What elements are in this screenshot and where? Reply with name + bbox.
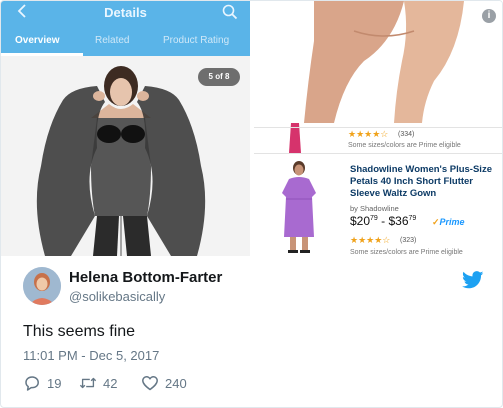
prime-badge: ✓Prime (432, 217, 465, 228)
prime-check-icon: ✓ (432, 217, 440, 227)
app-header-title: Details (104, 5, 147, 20)
tab-overview: Overview (15, 35, 60, 46)
price-low: $20 (350, 214, 371, 228)
slide-counter-badge: 5 of 8 (198, 68, 240, 86)
product-price: $2079 - $3679 (350, 214, 416, 228)
twitter-bird-icon[interactable] (462, 271, 484, 289)
app-header: Details Overview Related Product Rating (1, 1, 250, 56)
tweet-media[interactable]: Details Overview Related Product Rating (1, 1, 502, 256)
rating-count: (323) (400, 237, 417, 244)
heart-icon (142, 376, 158, 391)
product-listing-top: i ★★★★☆ (334) Some sizes/colors are Prim… (254, 1, 502, 153)
tab-product-rating: Product Rating (163, 35, 230, 46)
reply-icon (25, 376, 39, 391)
price-high: $36 (388, 214, 409, 228)
search-icon (222, 4, 238, 20)
like-button[interactable]: 240 (141, 373, 187, 393)
tweet-text: This seems fine (23, 323, 136, 340)
avatar-image (23, 267, 61, 305)
tab-related: Related (95, 35, 130, 46)
product-photo-model: 5 of 8 (1, 56, 250, 256)
price-separator: - (377, 214, 389, 228)
reply-count: 19 (47, 375, 62, 391)
retweet-count: 42 (103, 375, 118, 391)
divider (254, 127, 502, 128)
rating-stars: ★★★★☆ (350, 235, 391, 245)
product-photo-gown (282, 161, 316, 253)
price-low-cents: 79 (370, 215, 378, 222)
tweet-timestamp[interactable]: 11:01 PM - Dec 5, 2017 (23, 348, 159, 363)
retweet-icon (79, 377, 97, 389)
prime-eligible-note: Some sizes/colors are Prime eligible (350, 249, 463, 256)
prime-eligible-note: Some sizes/colors are Prime eligible (348, 142, 461, 149)
rating-count: (334) (398, 131, 415, 138)
rating-stars: ★★★★☆ (348, 129, 389, 139)
reply-button[interactable]: 19 (23, 373, 61, 393)
avatar[interactable] (23, 267, 61, 305)
divider (254, 153, 502, 154)
prime-label: Prime (439, 217, 465, 227)
product-listing-gown: Shadowline Women's Plus-Size Petals 40 I… (254, 153, 502, 256)
like-count: 240 (165, 375, 187, 391)
tweet-card: Details Overview Related Product Rating (0, 0, 503, 408)
info-icon[interactable]: i (482, 9, 496, 23)
product-photo-legs (284, 1, 484, 123)
app-screenshot: Details Overview Related Product Rating (1, 1, 250, 256)
user-handle[interactable]: @solikebasically (69, 289, 165, 304)
retweet-button[interactable]: 42 (79, 373, 117, 393)
price-high-cents: 79 (408, 215, 417, 222)
product-brand: by Shadowline (350, 204, 399, 213)
display-name[interactable]: Helena Bottom-Farter (69, 269, 222, 286)
product-title[interactable]: Shadowline Women's Plus-Size Petals 40 I… (350, 164, 500, 200)
stretched-tights-illustration (1, 56, 250, 256)
